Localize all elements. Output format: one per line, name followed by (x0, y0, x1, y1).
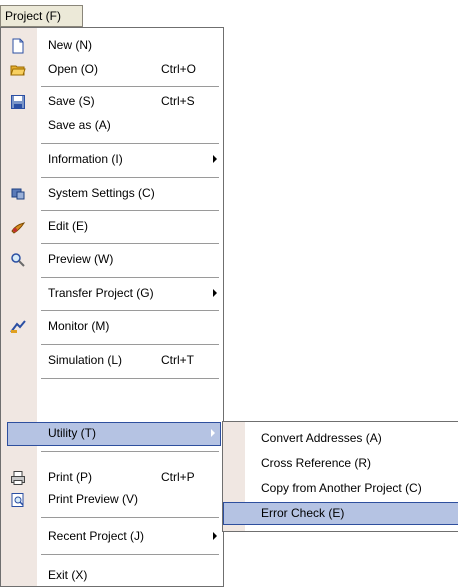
menu-item-label: Print (P) (48, 470, 93, 484)
menu-separator (41, 210, 219, 211)
menu-item-label: Save as (A) (48, 118, 111, 132)
menu-item-label: System Settings (C) (48, 186, 155, 200)
submenu-item-label: Copy from Another Project (C) (261, 481, 422, 495)
submenu-item-label: Cross Reference (R) (261, 456, 372, 470)
menu-separator (41, 554, 219, 555)
utility-submenu: Convert Addresses (A) Cross Reference (R… (222, 421, 458, 532)
submenu-arrow-icon (213, 289, 217, 297)
menubar-project[interactable]: Project (F) (0, 5, 83, 27)
menu-item-utility[interactable]: Utility (T) (7, 422, 221, 446)
monitor-icon (10, 319, 26, 335)
menu-item-new[interactable]: New (N) (1, 34, 223, 58)
menu-item-preview[interactable]: Preview (W) (1, 248, 223, 272)
print-preview-icon (10, 492, 26, 508)
menu-item-label: Information (I) (48, 152, 123, 166)
open-folder-icon (10, 62, 26, 78)
submenu-arrow-icon (213, 155, 217, 163)
menu-item-label: Recent Project (J) (48, 529, 145, 543)
menu-item-label: Preview (W) (48, 252, 114, 266)
menu-item-label: Open (O) (48, 62, 99, 76)
menu-item-save[interactable]: Save (S) Ctrl+S (1, 90, 223, 114)
menu-item-print-preview[interactable]: Print Preview (V) (1, 488, 223, 512)
menu-item-recent-project[interactable]: Recent Project (J) (1, 525, 223, 549)
menu-item-label: Edit (E) (48, 219, 89, 233)
menu-item-shortcut: Ctrl+S (161, 94, 195, 108)
menu-item-shortcut: Ctrl+T (161, 353, 194, 367)
menu-item-label: Simulation (L) (48, 353, 123, 367)
edit-icon (10, 219, 26, 235)
menu-item-system-settings[interactable]: System Settings (C) (1, 182, 223, 206)
submenu-item-convert-addresses[interactable]: Convert Addresses (A) (223, 427, 458, 450)
submenu-item-label: Convert Addresses (A) (261, 431, 382, 445)
save-icon (10, 94, 26, 110)
menu-item-edit[interactable]: Edit (E) (1, 215, 223, 239)
menu-item-shortcut: Ctrl+O (161, 62, 197, 76)
menu-item-information[interactable]: Information (I) (1, 148, 223, 172)
menu-item-print[interactable]: Print (P) Ctrl+P (1, 466, 223, 490)
new-file-icon (10, 38, 26, 54)
menu-item-label: Transfer Project (G) (48, 286, 154, 300)
submenu-item-error-check[interactable]: Error Check (E) (223, 502, 458, 525)
menu-item-simulation[interactable]: Simulation (L) Ctrl+T (1, 349, 223, 373)
submenu-item-label: Error Check (E) (261, 506, 345, 520)
menu-item-label: Print Preview (V) (48, 492, 139, 506)
project-menu: New (N) Open (O) Ctrl+O Save (S) Ctrl+S … (0, 27, 224, 587)
menu-separator (41, 177, 219, 178)
menu-item-label: New (N) (48, 38, 92, 52)
submenu-arrow-icon (211, 429, 215, 437)
menu-item-open[interactable]: Open (O) Ctrl+O (1, 58, 223, 82)
menu-item-save-as[interactable]: Save as (A) (1, 114, 223, 138)
menu-item-label: Save (S) (48, 94, 95, 108)
menu-item-label: Utility (T) (48, 426, 96, 440)
menu-separator (41, 344, 219, 345)
menu-separator (41, 243, 219, 244)
menu-item-transfer-project[interactable]: Transfer Project (G) (1, 282, 223, 306)
preview-icon (10, 252, 26, 268)
menu-item-label: Monitor (M) (48, 319, 110, 333)
menu-item-monitor[interactable]: Monitor (M) (1, 315, 223, 339)
menu-separator (41, 143, 219, 144)
menu-separator (41, 310, 219, 311)
submenu-item-copy-from-another-project[interactable]: Copy from Another Project (C) (223, 477, 458, 500)
menu-separator (41, 277, 219, 278)
menu-separator (41, 517, 219, 518)
submenu-item-cross-reference[interactable]: Cross Reference (R) (223, 452, 458, 475)
menu-item-exit[interactable]: Exit (X) (1, 564, 223, 588)
submenu-arrow-icon (213, 532, 217, 540)
menu-item-label: Exit (X) (48, 568, 88, 582)
menu-separator (41, 86, 219, 87)
menu-item-shortcut: Ctrl+P (161, 470, 195, 484)
print-icon (10, 470, 26, 486)
system-settings-icon (10, 186, 26, 202)
menu-separator (41, 378, 219, 379)
menu-separator (41, 451, 219, 452)
